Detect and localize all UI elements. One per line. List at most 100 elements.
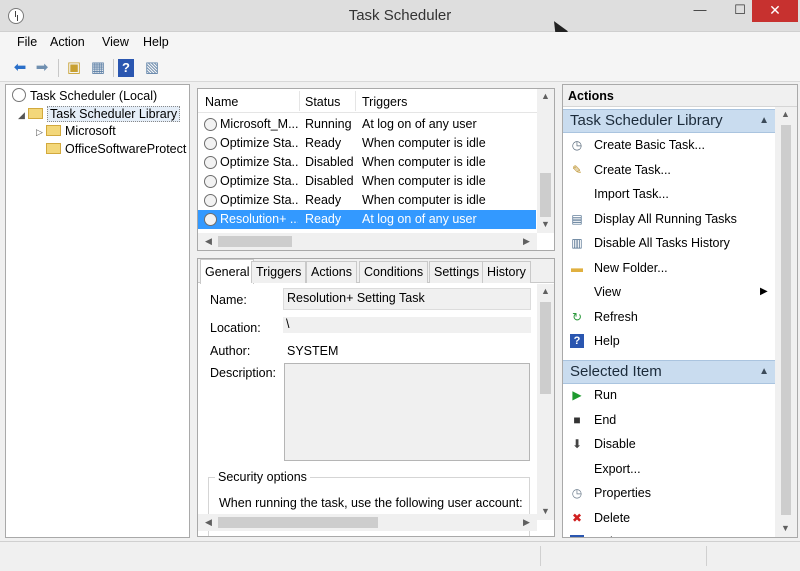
scroll-up-arrow-icon[interactable]: ▲ bbox=[537, 91, 554, 101]
scroll-up-arrow-icon[interactable]: ▲ bbox=[777, 109, 794, 119]
status-divider bbox=[540, 546, 541, 566]
tab-history[interactable]: History bbox=[482, 261, 531, 283]
console-tree-icon[interactable]: ▦ bbox=[88, 58, 108, 78]
console-tree: Task Scheduler (Local) ◢ Task Scheduler L… bbox=[5, 84, 190, 538]
new-folder-icon: ▬ bbox=[571, 260, 583, 275]
scroll-down-arrow-icon[interactable]: ▼ bbox=[777, 523, 794, 533]
menu-file[interactable]: File bbox=[17, 35, 37, 49]
tab-general[interactable]: General bbox=[200, 259, 255, 284]
scroll-left-arrow-icon[interactable]: ◀ bbox=[200, 236, 217, 247]
menu-view[interactable]: View bbox=[102, 35, 129, 49]
menu-help[interactable]: Help bbox=[143, 35, 169, 49]
menu-bar: File Action View Help bbox=[0, 32, 800, 54]
action-library-import-task[interactable]: Import Task... bbox=[563, 183, 773, 205]
up-folder-icon[interactable]: ▣ bbox=[64, 58, 84, 78]
tree-item-root[interactable]: Task Scheduler (Local) bbox=[12, 87, 157, 105]
tab-actions[interactable]: Actions bbox=[306, 261, 357, 283]
tree-library-label: Task Scheduler Library bbox=[47, 106, 181, 122]
location-field[interactable]: \ bbox=[283, 317, 531, 333]
scroll-thumb[interactable] bbox=[540, 302, 551, 394]
task-list-vertical-scrollbar[interactable]: ▲ ▼ bbox=[537, 89, 554, 233]
tab-settings[interactable]: Settings bbox=[429, 261, 485, 283]
tree-item-library[interactable]: ◢ Task Scheduler Library bbox=[18, 105, 181, 124]
scroll-up-arrow-icon[interactable]: ▲ bbox=[537, 286, 554, 296]
scroll-thumb[interactable] bbox=[218, 236, 292, 247]
action-library-create-task[interactable]: ✎ Create Task... bbox=[563, 159, 773, 181]
running-tasks-icon: ▤ bbox=[571, 211, 583, 226]
submenu-arrow-icon: ▶ bbox=[760, 286, 768, 297]
tab-conditions[interactable]: Conditions bbox=[359, 261, 429, 283]
action-library-create-basic-task[interactable]: ◷ Create Basic Task... bbox=[563, 134, 773, 156]
security-account-text: When running the task, use the following… bbox=[219, 496, 523, 510]
scroll-thumb[interactable] bbox=[540, 173, 551, 217]
action-selected-properties[interactable]: ◷ Properties bbox=[563, 482, 773, 504]
column-divider[interactable] bbox=[355, 91, 356, 111]
task-row[interactable]: Optimize Sta... Ready When computer is i… bbox=[198, 191, 536, 210]
details-horizontal-scrollbar[interactable]: ◀ ▶ bbox=[198, 514, 537, 531]
section-selected-item[interactable]: Selected Item ▲ bbox=[563, 360, 775, 384]
minimize-button[interactable]: — bbox=[686, 0, 714, 22]
task-row[interactable]: Optimize Sta... Ready When computer is i… bbox=[198, 134, 536, 153]
action-selected-delete[interactable]: ✖ Delete bbox=[563, 507, 773, 529]
task-clock-icon bbox=[204, 194, 217, 207]
tree-expanded-arrow-icon[interactable]: ◢ bbox=[18, 106, 28, 124]
task-name: Optimize Sta... bbox=[220, 136, 298, 150]
help-icon[interactable]: ? bbox=[118, 59, 134, 77]
action-library-help[interactable]: ? Help bbox=[563, 330, 773, 352]
tree-collapsed-arrow-icon[interactable]: ▷ bbox=[36, 123, 46, 141]
actions-scrollbar[interactable]: ▲ ▼ bbox=[775, 107, 797, 537]
column-triggers[interactable]: Triggers bbox=[362, 95, 407, 109]
back-arrow-icon[interactable]: ⬅ bbox=[10, 58, 30, 78]
description-field[interactable] bbox=[284, 363, 530, 461]
action-label: Properties bbox=[594, 486, 651, 500]
action-selected-export[interactable]: Export... bbox=[563, 458, 773, 480]
action-selected-end[interactable]: ■ End bbox=[563, 409, 773, 431]
action-label: Delete bbox=[594, 510, 631, 525]
task-list-horizontal-scrollbar[interactable]: ◀ ▶ bbox=[198, 233, 537, 250]
maximize-button[interactable]: ☐ bbox=[726, 0, 754, 22]
name-field[interactable]: Resolution+ Setting Task bbox=[283, 288, 531, 310]
column-status[interactable]: Status bbox=[305, 95, 340, 109]
action-library-new-folder[interactable]: ▬ New Folder... bbox=[563, 257, 773, 279]
column-divider[interactable] bbox=[299, 91, 300, 111]
task-row-selected[interactable]: Resolution+ ... Ready At log on of any u… bbox=[198, 210, 536, 229]
scroll-right-arrow-icon[interactable]: ▶ bbox=[518, 236, 535, 247]
scroll-down-arrow-icon[interactable]: ▼ bbox=[537, 219, 554, 229]
section-title: Task Scheduler Library bbox=[570, 112, 723, 129]
scroll-left-arrow-icon[interactable]: ◀ bbox=[200, 517, 217, 528]
tree-item-officesoftwareprotect[interactable]: OfficeSoftwareProtect bbox=[46, 140, 186, 158]
column-name[interactable]: Name bbox=[205, 95, 238, 109]
action-library-refresh[interactable]: ↻ Refresh bbox=[563, 306, 773, 328]
action-selected-disable[interactable]: ⬇ Disable bbox=[563, 433, 773, 455]
forward-arrow-icon[interactable]: ➡ bbox=[32, 58, 52, 78]
section-task-scheduler-library[interactable]: Task Scheduler Library ▲ bbox=[563, 109, 775, 133]
action-selected-run[interactable]: ▶ Run bbox=[563, 384, 773, 406]
task-row[interactable]: Microsoft_M... Running At log on of any … bbox=[198, 115, 536, 134]
folder-icon bbox=[28, 108, 43, 119]
action-selected-help[interactable]: ? Help bbox=[563, 531, 773, 537]
action-library-view[interactable]: View ▶ bbox=[563, 281, 773, 303]
details-vertical-scrollbar[interactable]: ▲ ▼ bbox=[537, 284, 554, 520]
tab-triggers[interactable]: Triggers bbox=[251, 261, 307, 283]
task-row[interactable]: Optimize Sta... Disabled When computer i… bbox=[198, 172, 536, 191]
scroll-right-arrow-icon[interactable]: ▶ bbox=[518, 517, 535, 528]
close-button[interactable]: ✕ bbox=[752, 0, 798, 22]
scroll-down-arrow-icon[interactable]: ▼ bbox=[537, 506, 554, 516]
run-icon: ▶ bbox=[572, 388, 582, 402]
tree-item-microsoft[interactable]: ▷ Microsoft bbox=[36, 122, 116, 140]
action-library-display-all-running-tasks[interactable]: ▤ Display All Running Tasks bbox=[563, 208, 773, 230]
scroll-thumb[interactable] bbox=[218, 517, 378, 528]
task-status: Disabled bbox=[305, 174, 354, 188]
author-value[interactable]: SYSTEM bbox=[287, 344, 338, 358]
action-pane-icon[interactable]: ▧ bbox=[142, 58, 162, 78]
collapse-arrow-icon[interactable]: ▲ bbox=[759, 366, 769, 377]
task-status: Ready bbox=[305, 212, 342, 226]
action-library-disable-all-tasks-history[interactable]: ▥ Disable All Tasks History bbox=[563, 232, 773, 254]
menu-action[interactable]: Action bbox=[50, 35, 85, 49]
description-label: Description: bbox=[210, 366, 276, 380]
task-row[interactable]: Optimize Sta... Disabled When computer i… bbox=[198, 153, 536, 172]
scroll-thumb[interactable] bbox=[781, 125, 791, 515]
collapse-arrow-icon[interactable]: ▲ bbox=[759, 115, 769, 126]
task-name: Microsoft_M... bbox=[220, 117, 298, 131]
delete-icon: ✖ bbox=[571, 510, 583, 525]
